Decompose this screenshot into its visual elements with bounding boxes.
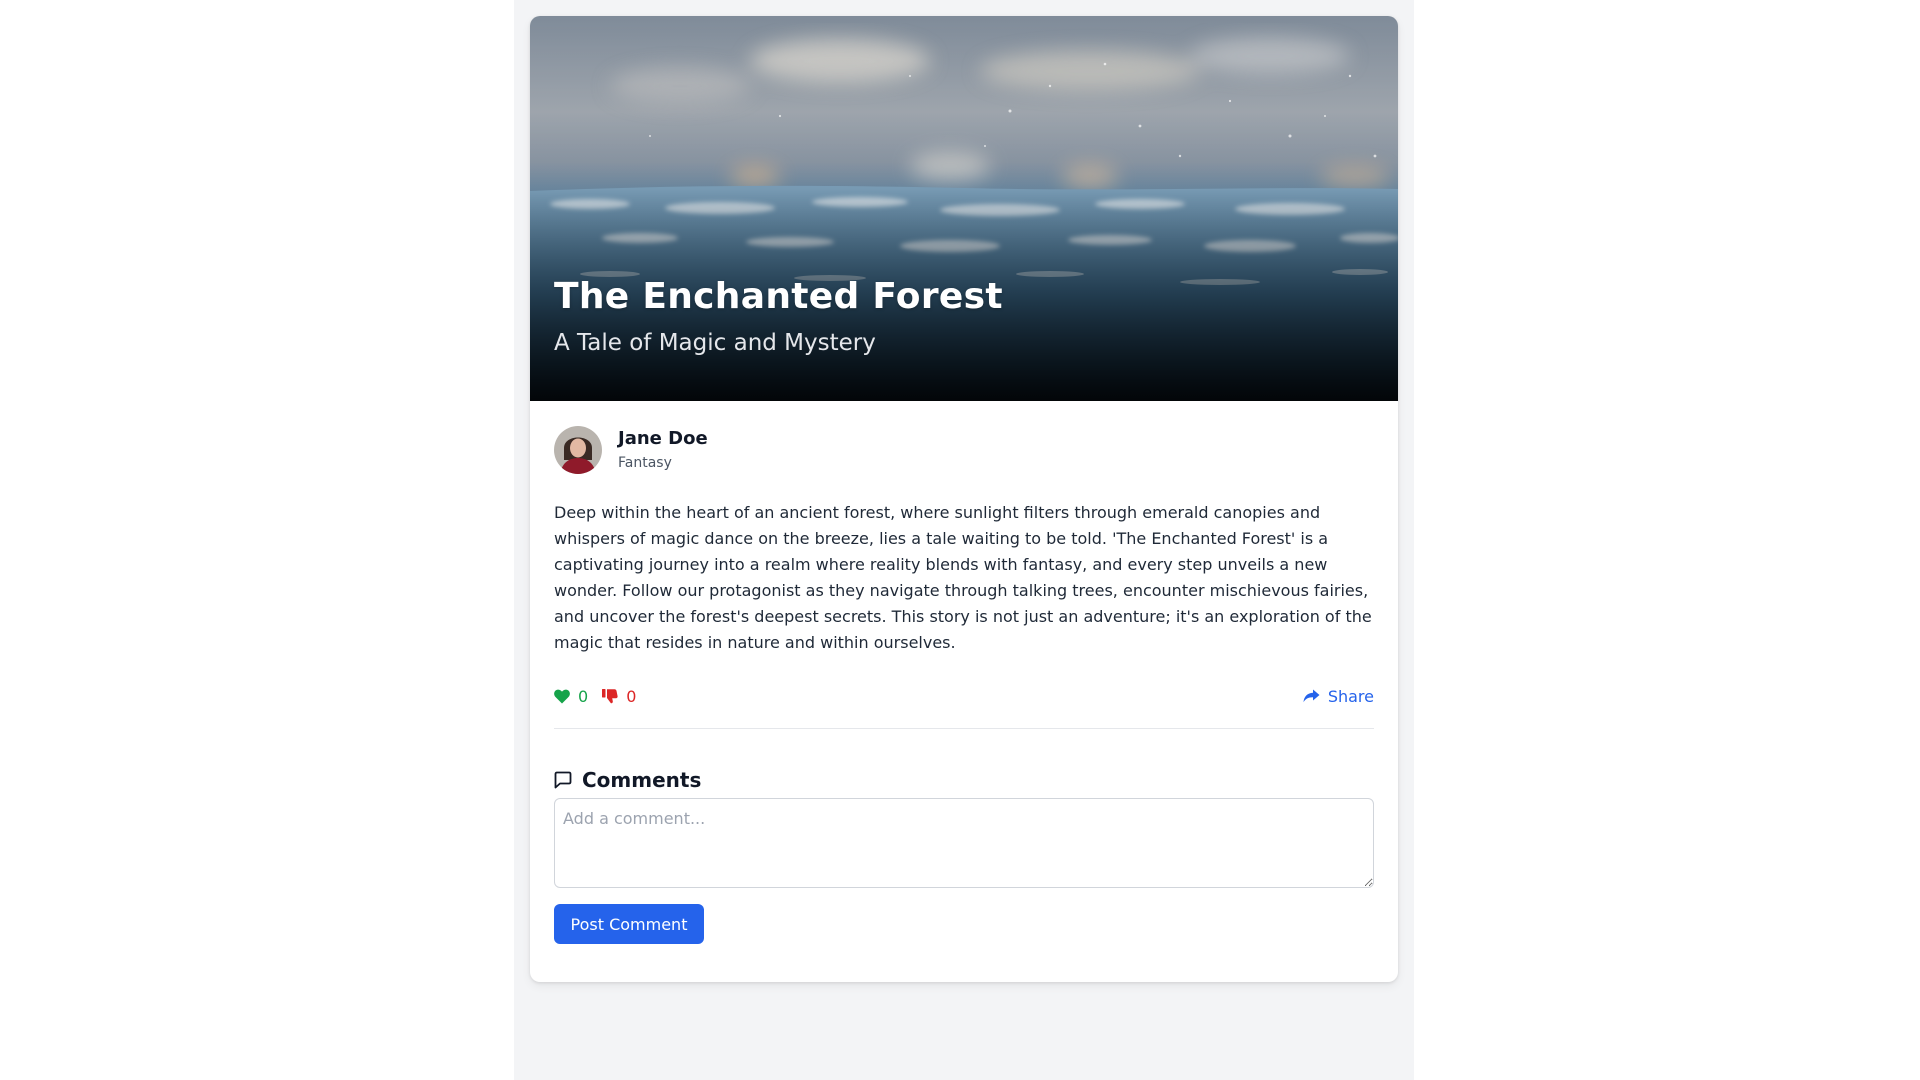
author-block: Jane Doe Fantasy — [554, 426, 708, 474]
like-button[interactable]: 0 — [554, 687, 588, 706]
story-body: Deep within the heart of an ancient fore… — [554, 503, 1372, 652]
share-label: Share — [1327, 686, 1374, 706]
like-count: 0 — [578, 686, 589, 706]
dislike-button[interactable]: 0 — [602, 687, 636, 706]
heart-icon — [554, 689, 570, 704]
author-avatar[interactable] — [554, 426, 602, 474]
comments-heading-label: Comments — [582, 768, 702, 792]
hero-image: The Enchanted Forest A Tale of Magic and… — [530, 16, 1398, 401]
divider — [554, 728, 1374, 729]
author-name: Jane Doe — [618, 428, 708, 449]
story-subtitle: A Tale of Magic and Mystery — [554, 330, 876, 356]
story-genre: Fantasy — [618, 455, 672, 471]
story-actions: 0 0 Share — [554, 684, 1374, 708]
dislike-count: 0 — [626, 686, 637, 706]
comment-icon — [554, 771, 572, 789]
share-arrow-icon — [1303, 689, 1320, 703]
story-title: The Enchanted Forest — [554, 276, 1003, 317]
author-info: Jane Doe Fantasy — [618, 428, 708, 472]
thumbs-down-icon — [602, 688, 618, 704]
comment-input[interactable] — [554, 798, 1374, 888]
story-card: The Enchanted Forest A Tale of Magic and… — [530, 16, 1398, 982]
comments-heading: Comments — [554, 768, 701, 792]
share-button[interactable]: Share — [1303, 687, 1374, 706]
post-comment-button[interactable]: Post Comment — [554, 904, 704, 944]
